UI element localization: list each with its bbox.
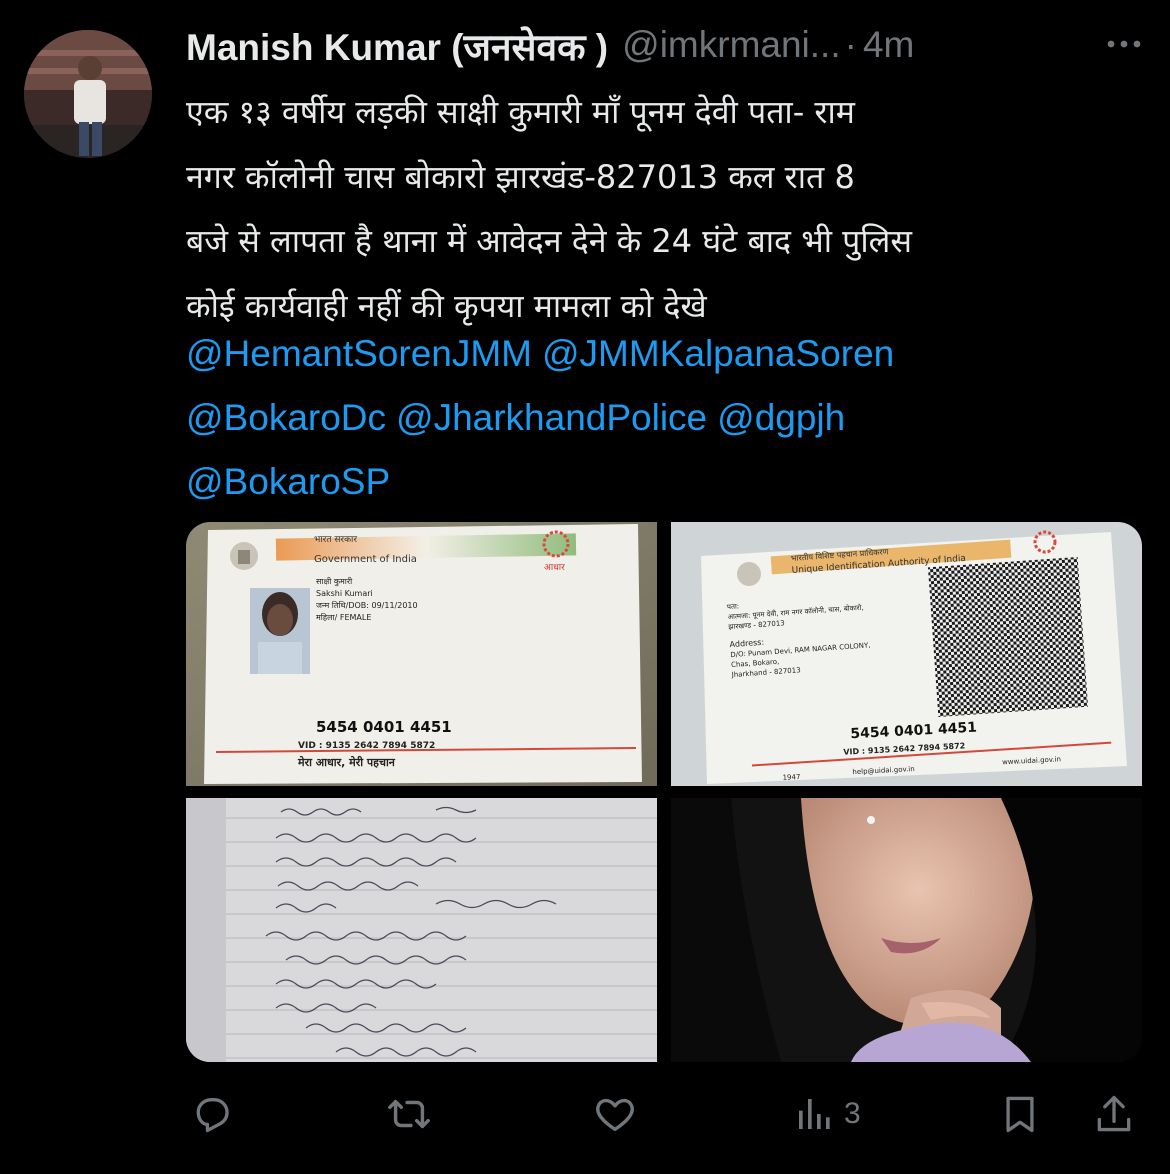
mention-link[interactable]: @BokaroDc <box>186 397 386 438</box>
media-aadhaar-front[interactable]: भारत सरकार Government of India आधार साक्… <box>186 522 657 786</box>
reply-bubble-icon <box>196 1098 229 1133</box>
share-button[interactable] <box>1092 1086 1136 1142</box>
bar-chart-icon <box>799 1099 830 1129</box>
more-options-button[interactable] <box>1102 24 1146 64</box>
retweet-button[interactable] <box>386 1086 432 1142</box>
header-separator: · <box>844 24 857 65</box>
bookmark-button[interactable] <box>998 1086 1042 1142</box>
author-avatar[interactable] <box>24 30 152 158</box>
card-front-number: 5454 0401 4451 <box>316 718 452 736</box>
views-button[interactable]: 3 <box>794 1086 861 1142</box>
card-back-phone: 1947 <box>782 773 800 782</box>
media-girl-photo[interactable] <box>671 798 1142 1062</box>
mention-link[interactable]: @JharkhandPolice <box>396 397 707 438</box>
reply-button[interactable] <box>190 1086 234 1142</box>
avatar-photo <box>24 30 152 158</box>
tweet-text: एक १३ वर्षीय लड़की साक्षी कुमारी माँ पून… <box>186 93 912 325</box>
mention-link[interactable]: @dgpjh <box>717 397 845 438</box>
mention-link[interactable]: @BokaroSP <box>186 461 390 502</box>
aadhaar-logo-text: आधार <box>544 563 565 573</box>
like-button[interactable] <box>592 1086 638 1142</box>
heart-icon <box>596 1098 634 1132</box>
mention-link[interactable]: @JMMKalpanaSoren <box>542 333 894 374</box>
views-count: 3 <box>844 1097 861 1130</box>
tweet-timestamp[interactable]: 4m <box>863 24 914 66</box>
media-handwritten-application[interactable] <box>186 798 657 1062</box>
card-front-header-english: Government of India <box>314 554 417 565</box>
share-upload-icon <box>1097 1095 1131 1132</box>
media-grid: भारत सरकार Government of India आधार साक्… <box>186 522 1142 1062</box>
retweet-icon <box>388 1099 430 1129</box>
more-horizontal-icon <box>1107 40 1141 48</box>
card-front-footer: मेरा आधार, मेरी पहचान <box>297 755 396 769</box>
tweet-header: Manish Kumar (जनसेवक ) @imkrmani... · 4m <box>186 22 1146 68</box>
mention-link[interactable]: @HemantSorenJMM <box>186 333 532 374</box>
card-front-header-hindi: भारत सरकार <box>314 535 357 545</box>
card-front-name-hindi: साक्षी कुमारी <box>316 576 353 587</box>
media-aadhaar-back[interactable]: भारतीय विशिष्ट पहचान प्राधिकरण Unique Id… <box>671 522 1142 786</box>
card-back-address-hindi-1: पता: <box>727 602 740 611</box>
author-handle[interactable]: @imkrmani... <box>622 24 840 66</box>
tweet-action-bar: 3 <box>186 1086 1146 1142</box>
card-front-dob: जन्म तिथि/DOB: 09/11/2010 <box>316 600 418 610</box>
card-front-gender: महिला/ FEMALE <box>316 612 371 622</box>
card-front-name-english: Sakshi Kumari <box>316 589 373 598</box>
bookmark-icon <box>1006 1096 1034 1133</box>
author-display-name[interactable]: Manish Kumar (जनसेवक ) <box>186 20 608 71</box>
tweet-mentions: @HemantSorenJMM @JMMKalpanaSoren @BokaroD… <box>186 322 1146 514</box>
